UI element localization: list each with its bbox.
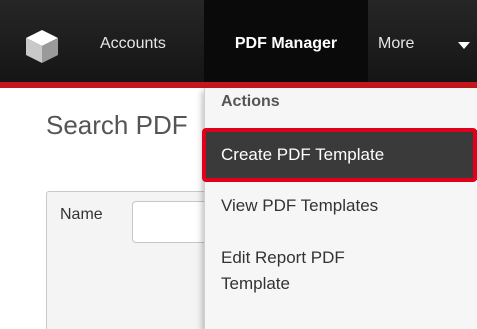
menu-item-view-pdf-templates[interactable]: View PDF Templates [221, 193, 378, 219]
menu-item-create-pdf-template[interactable]: Create PDF Template [221, 142, 384, 168]
menu-item-edit-report-pdf-template[interactable]: Edit Report PDF Template [221, 245, 391, 297]
chevron-down-icon [458, 42, 470, 49]
page-title: Search PDF [46, 110, 188, 140]
cube-logo-icon[interactable] [22, 26, 62, 66]
nav-item-more[interactable]: More [378, 0, 477, 82]
dropdown-header-actions: Actions [221, 93, 280, 110]
name-field-label: Name [60, 206, 103, 223]
nav-item-pdf-manager[interactable]: PDF Manager [204, 0, 368, 82]
nav-item-accounts[interactable]: Accounts [100, 0, 200, 82]
